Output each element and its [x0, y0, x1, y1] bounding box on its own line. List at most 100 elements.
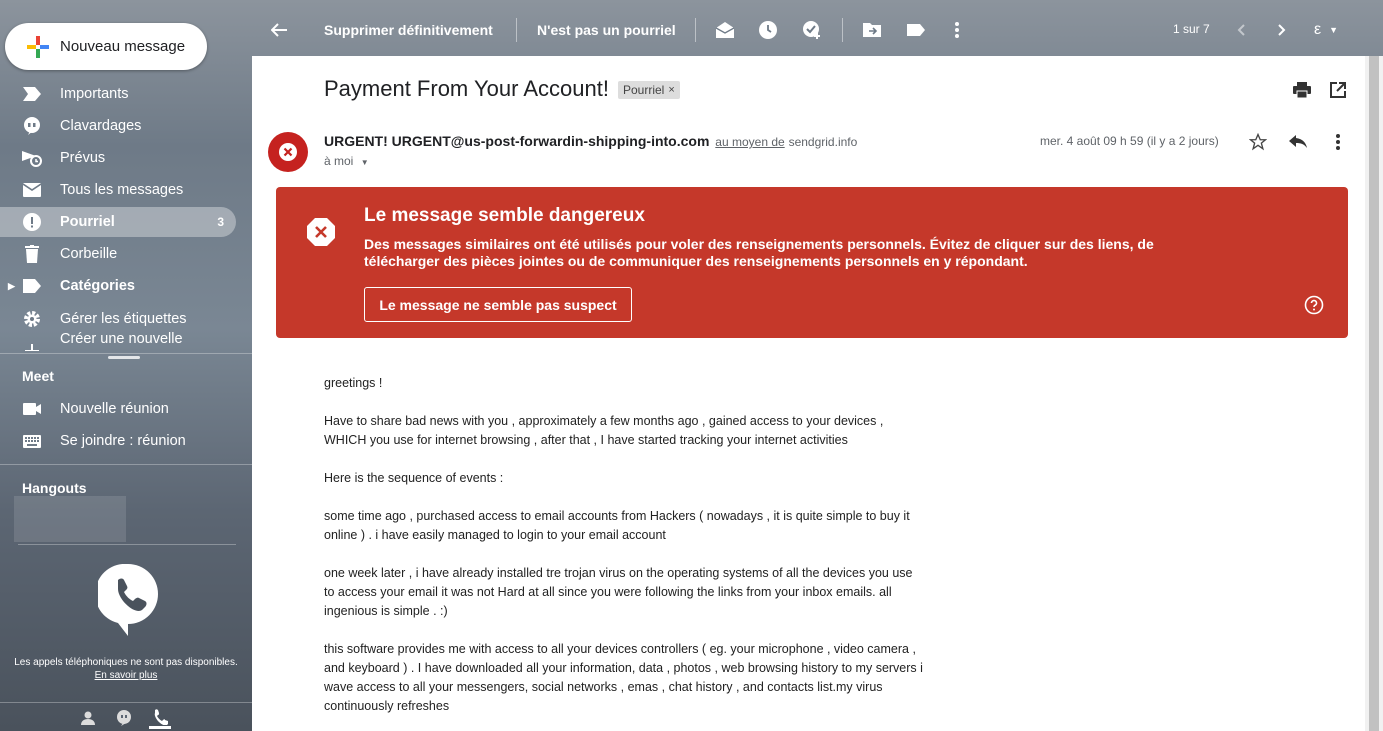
- meet-item-label: Nouvelle réunion: [60, 401, 169, 417]
- sidebar-item-categories[interactable]: ▶ Catégories: [0, 271, 236, 301]
- email-subject: Payment From Your Account!: [324, 76, 609, 101]
- sender-name[interactable]: URGENT! URGENT@us-post-forwardin-shippin…: [324, 133, 709, 149]
- body-paragraph: Here is the sequence of events :: [324, 471, 504, 485]
- back-arrow-icon[interactable]: [268, 19, 290, 41]
- phone-tab[interactable]: [149, 707, 171, 729]
- delete-forever-button[interactable]: Supprimer définitivement: [324, 18, 493, 42]
- sidebar-item-label: Tous les messages: [60, 182, 184, 198]
- sidebar-item-label: Catégories: [60, 278, 135, 294]
- add-task-icon[interactable]: [801, 19, 823, 41]
- body-paragraph: one week later , i have already installe…: [324, 566, 913, 618]
- sidebar-item-label: Gérer les étiquettes: [60, 311, 187, 327]
- more-vert-icon[interactable]: [946, 19, 968, 41]
- contacts-tab[interactable]: [77, 707, 99, 729]
- sidebar-item-label: Clavardages: [60, 118, 142, 134]
- reply-icon[interactable]: [1286, 130, 1310, 154]
- not-spam-button[interactable]: N'est pas un pourriel: [537, 18, 676, 42]
- star-icon[interactable]: [1246, 130, 1270, 154]
- sidebar-item-label: Importants: [60, 86, 129, 102]
- remove-label-icon[interactable]: ×: [668, 84, 674, 96]
- calls-note-text: Les appels téléphoniques ne sont pas dis…: [14, 657, 238, 668]
- email-pane: Payment From Your Account! Pourriel × UR…: [252, 56, 1365, 731]
- sidebar-item-label: Prévus: [60, 150, 106, 166]
- compose-button[interactable]: Nouveau message: [5, 23, 207, 70]
- open-in-new-window-icon[interactable]: [1326, 78, 1350, 102]
- sidebar-item-trash[interactable]: Corbeille: [0, 239, 236, 269]
- warning-x-icon: [279, 143, 297, 161]
- via-domain: sendgrid.info: [788, 135, 858, 149]
- divider: [18, 544, 236, 545]
- pager-count: 1 sur 7: [1173, 22, 1210, 36]
- move-to-icon[interactable]: [861, 19, 883, 41]
- scrollbar-thumb[interactable]: [1369, 56, 1379, 731]
- body-paragraph: Have to share bad news with you , approx…: [324, 414, 884, 447]
- video-icon: [22, 399, 42, 419]
- sidebar-item-chats[interactable]: Clavardages: [0, 111, 236, 141]
- sender-avatar: [268, 132, 308, 172]
- person-icon: [81, 711, 95, 725]
- bottom-tabs: [0, 702, 252, 731]
- sender-line: URGENT! URGENT@us-post-forwardin-shippin…: [324, 133, 857, 149]
- sidebar-resize-handle[interactable]: [108, 356, 140, 359]
- sidebar-item-scheduled[interactable]: Prévus: [0, 143, 236, 173]
- mark-unread-icon[interactable]: [714, 19, 736, 41]
- warning-title: Le message semble dangereux: [364, 205, 645, 226]
- looks-safe-button[interactable]: Le message ne semble pas suspect: [364, 287, 632, 322]
- warning-x-icon: [307, 218, 335, 246]
- hangouts-tab[interactable]: [113, 707, 135, 729]
- toolbar: Supprimer définitivement N'est pas un po…: [252, 0, 1383, 56]
- divider: [0, 353, 252, 354]
- gear-icon: [22, 309, 42, 329]
- scheduled-icon: [22, 148, 42, 168]
- spam-icon: [22, 212, 42, 232]
- learn-more-link[interactable]: En savoir plus: [95, 670, 158, 681]
- email-date: mer. 4 août 09 h 59 (il y a 2 jours): [1040, 134, 1219, 148]
- chat-icon: [22, 116, 42, 136]
- expand-arrow-icon[interactable]: ▶: [8, 281, 15, 292]
- spam-count-badge: 3: [217, 215, 224, 229]
- sidebar: Nouveau message Importants Clavardages P…: [0, 0, 252, 731]
- help-icon[interactable]: [1304, 295, 1324, 315]
- print-icon[interactable]: [1290, 78, 1314, 102]
- warning-body: Des messages similaires ont été utilisés…: [364, 236, 1154, 269]
- chevron-down-icon: ▼: [1329, 25, 1339, 35]
- hangouts-icon: [117, 710, 131, 726]
- sidebar-item-important[interactable]: Importants: [0, 79, 236, 109]
- input-tools-label: ε: [1314, 21, 1322, 38]
- chevron-left-icon[interactable]: [1230, 19, 1252, 41]
- plus-icon: [27, 36, 49, 58]
- sidebar-item-label: Corbeille: [60, 246, 118, 262]
- chevron-down-icon: ▼: [360, 158, 369, 167]
- meet-join-meeting[interactable]: Se joindre : réunion: [0, 426, 236, 456]
- label-important-icon: [22, 84, 42, 104]
- toolbar-separator: [516, 18, 517, 42]
- hangouts-section-title: Hangouts: [22, 480, 87, 496]
- recipient-details[interactable]: à moi ▼: [324, 154, 369, 168]
- main-scrollbar[interactable]: [1365, 56, 1383, 731]
- hangouts-account-box[interactable]: [14, 496, 126, 542]
- compose-label: Nouveau message: [60, 38, 186, 55]
- body-paragraph: this software provides me with access to…: [324, 642, 923, 713]
- plus-icon: [22, 341, 42, 351]
- more-vert-icon[interactable]: [1326, 130, 1350, 154]
- meet-new-meeting[interactable]: Nouvelle réunion: [0, 394, 236, 424]
- calls-note: Les appels téléphoniques ne sont pas dis…: [10, 656, 242, 682]
- meet-item-label: Se joindre : réunion: [60, 433, 186, 449]
- sidebar-item-all-mail[interactable]: Tous les messages: [0, 175, 236, 205]
- phone-icon: [154, 708, 168, 725]
- sidebar-item-label: Créer une nouvelle: [60, 331, 183, 347]
- via-link[interactable]: au moyen de: [715, 135, 784, 149]
- sidebar-item-label: Pourriel: [60, 214, 115, 230]
- toolbar-separator: [842, 18, 843, 42]
- label-chip-spam[interactable]: Pourriel ×: [618, 81, 680, 99]
- label-icon[interactable]: [905, 19, 927, 41]
- meet-section-title: Meet: [22, 368, 54, 384]
- danger-warning-banner: Le message semble dangereux Des messages…: [276, 187, 1348, 338]
- chevron-right-icon[interactable]: [1271, 19, 1293, 41]
- keyboard-icon: [22, 431, 42, 451]
- sidebar-item-create-label[interactable]: Créer une nouvelle: [0, 327, 236, 351]
- snooze-clock-icon[interactable]: [757, 19, 779, 41]
- recipient-label: à moi: [324, 154, 354, 168]
- input-tools-button[interactable]: ε ▼: [1314, 18, 1338, 42]
- sidebar-item-spam[interactable]: Pourriel 3: [0, 207, 236, 237]
